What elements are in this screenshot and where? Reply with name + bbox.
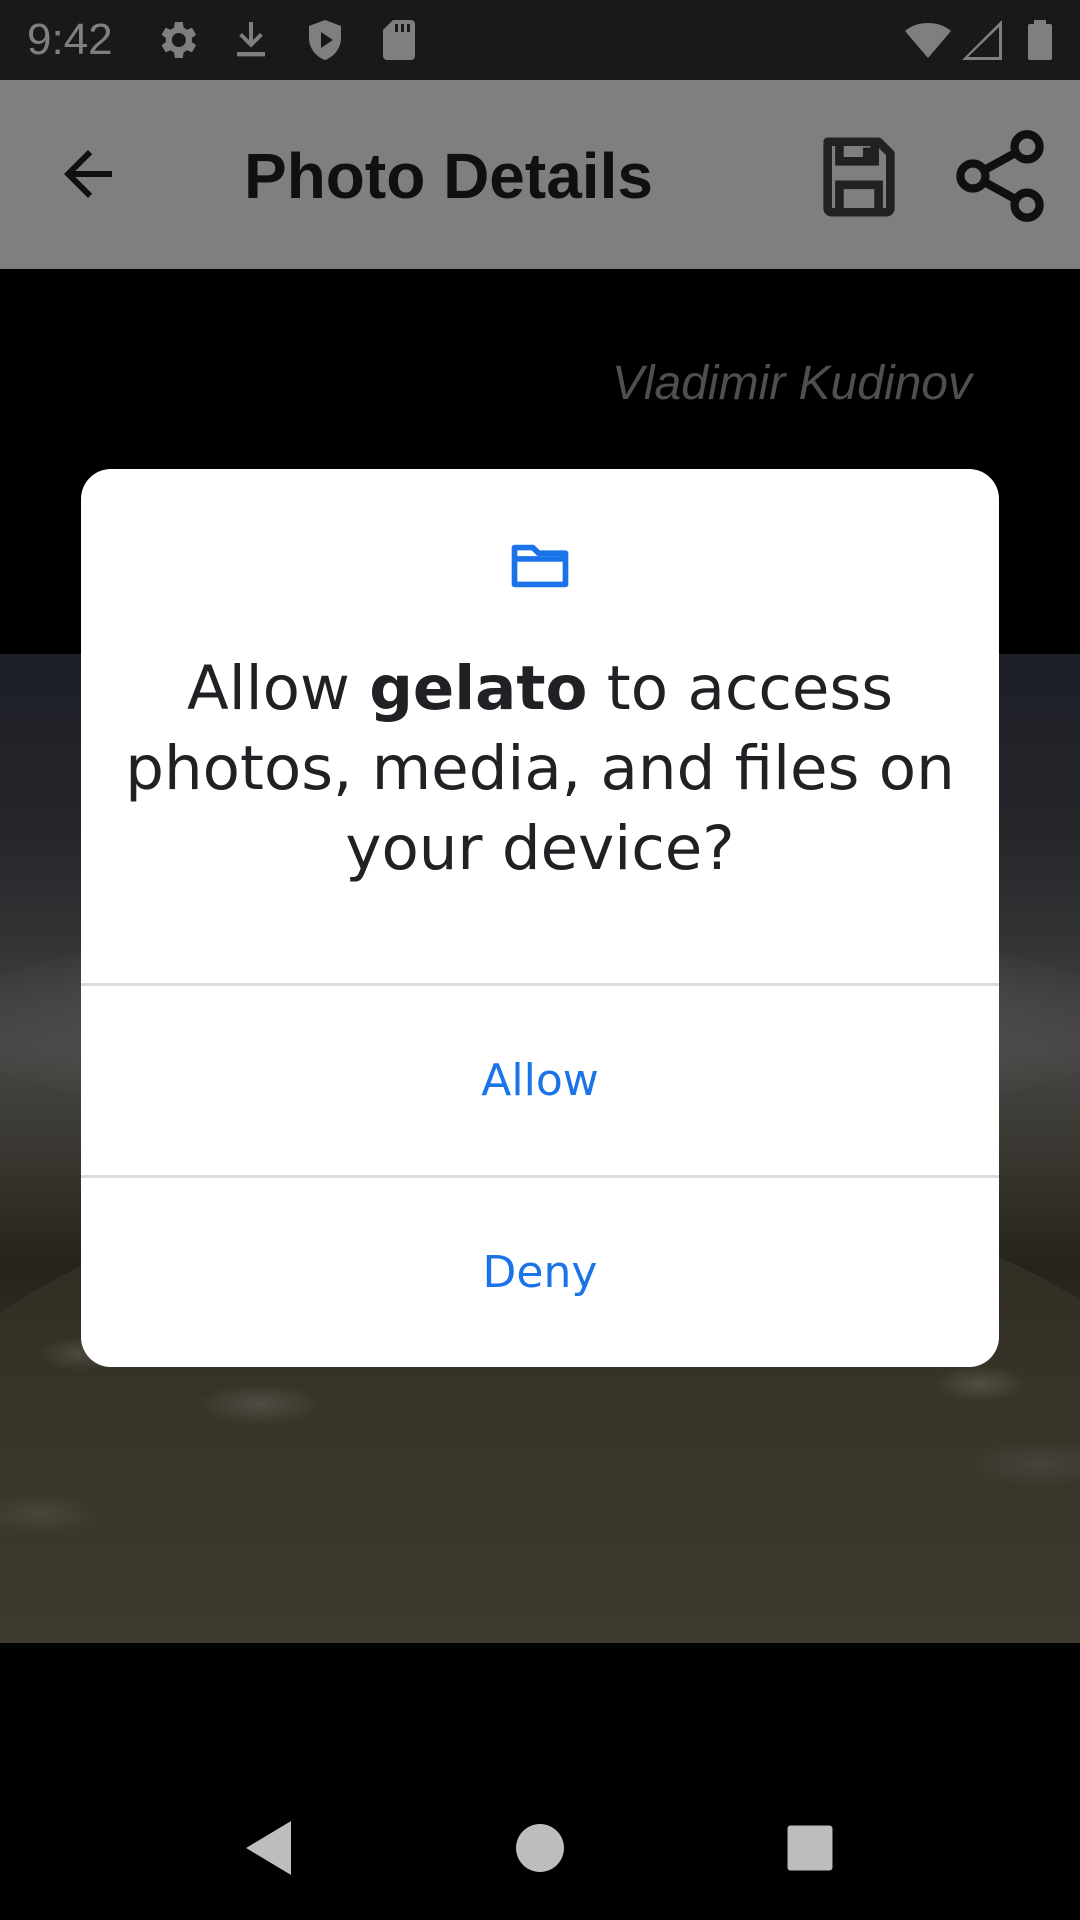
permission-dialog: Allow gelato to access photos, media, an…: [81, 469, 999, 1367]
deny-button[interactable]: Deny: [81, 1178, 999, 1367]
permission-message: Allow gelato to access photos, media, an…: [121, 649, 959, 889]
recents-square-icon[interactable]: [774, 1812, 846, 1884]
home-circle-icon[interactable]: [504, 1812, 576, 1884]
allow-button[interactable]: Allow: [81, 986, 999, 1175]
back-triangle-icon[interactable]: [234, 1812, 306, 1884]
message-prefix: Allow: [187, 653, 370, 724]
navigation-bar: [0, 1776, 1080, 1920]
folder-icon: [506, 532, 574, 600]
app-name: gelato: [369, 653, 588, 724]
